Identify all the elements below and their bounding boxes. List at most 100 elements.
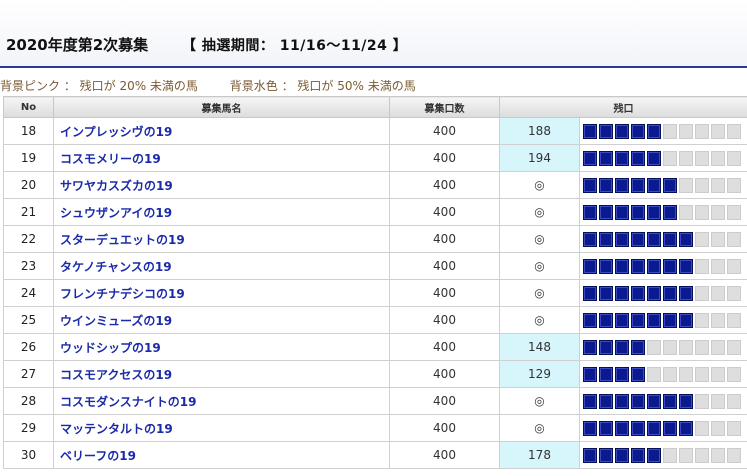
gauge-segment-empty [663,150,677,166]
gauge-segment-filled [631,150,645,166]
gauge-segment-empty [711,393,725,409]
quota-value: 400 [389,225,500,253]
remaining-gauge [583,123,747,139]
horse-name-link[interactable]: マッテンタルトの19 [60,422,173,436]
gauge-segment-filled [631,339,645,355]
gauge-segment-filled [631,312,645,328]
gauge-segment-empty [711,366,725,382]
table-row: 22 スターデュエットの19 400 ◎ [3,225,747,253]
gauge-segment-empty [695,150,709,166]
gauge-segment-empty [647,366,661,382]
gauge-segment-filled [679,231,693,247]
quota-value: 400 [389,198,500,226]
gauge-segment-filled [583,285,597,301]
gauge-segment-empty [727,447,741,463]
gauge-segment-filled [647,258,661,274]
gauge-segment-filled [615,420,629,436]
horse-number: 28 [3,387,54,415]
horse-name-link[interactable]: ウインミューズの19 [60,314,172,328]
remaining-gauge-cell [579,387,747,415]
gauge-segment-empty [679,177,693,193]
gauge-segment-empty [695,177,709,193]
gauge-segment-empty [727,339,741,355]
gauge-segment-filled [583,258,597,274]
horse-name-link[interactable]: インプレッシヴの19 [60,125,172,139]
gauge-segment-filled [615,366,629,382]
gauge-segment-filled [631,366,645,382]
quota-value: 400 [389,414,500,442]
quota-value: 400 [389,306,500,334]
gauge-segment-empty [679,447,693,463]
gauge-segment-empty [695,231,709,247]
table-row: 21 シュウザンアイの19 400 ◎ [3,198,747,226]
horse-name-link[interactable]: スターデュエットの19 [60,233,185,247]
remaining-gauge-cell [579,117,747,145]
quota-value: 400 [389,360,500,388]
gauge-segment-filled [583,312,597,328]
remaining-value: ◎ [499,225,580,253]
quota-value: 400 [389,117,500,145]
gauge-segment-filled [663,177,677,193]
gauge-segment-empty [679,150,693,166]
table-row: 19 コスモメリーの19 400 194 [3,144,747,172]
horse-name-link[interactable]: サワヤカスズカの19 [60,179,173,193]
gauge-segment-filled [647,285,661,301]
horse-number: 18 [3,117,54,145]
gauge-segment-filled [631,258,645,274]
column-header-quota: 募集口数 [389,96,500,118]
horse-name-link[interactable]: ウッドシップの19 [60,341,161,355]
table-row: 20 サワヤカスズカの19 400 ◎ [3,171,747,199]
gauge-segment-filled [631,204,645,220]
remaining-gauge [583,312,747,328]
gauge-segment-filled [615,150,629,166]
horse-name-cell: ウインミューズの19 [53,306,390,334]
remaining-value: 178 [499,441,580,469]
horse-name-cell: ウッドシップの19 [53,333,390,361]
gauge-segment-filled [679,258,693,274]
remaining-value: ◎ [499,306,580,334]
table-row: 28 コスモダンスナイトの19 400 ◎ [3,387,747,415]
gauge-segment-empty [727,312,741,328]
gauge-segment-filled [583,393,597,409]
table-row: 27 コスモアクセスの19 400 129 [3,360,747,388]
gauge-segment-filled [647,393,661,409]
horse-name-cell: シュウザンアイの19 [53,198,390,226]
quota-value: 400 [389,387,500,415]
gauge-segment-empty [679,204,693,220]
horse-number: 25 [3,306,54,334]
horse-number: 20 [3,171,54,199]
remaining-gauge-cell [579,144,747,172]
horse-name-link[interactable]: コスモダンスナイトの19 [60,395,196,409]
gauge-segment-filled [679,420,693,436]
gauge-segment-empty [711,312,725,328]
remaining-value: 188 [499,117,580,145]
horse-name-link[interactable]: ベリーフの19 [60,449,136,463]
gauge-segment-filled [615,258,629,274]
horse-number: 19 [3,144,54,172]
horse-name-link[interactable]: フレンチナデシコの19 [60,287,185,301]
horse-name-cell: スターデュエットの19 [53,225,390,253]
gauge-segment-filled [679,312,693,328]
remaining-gauge [583,231,747,247]
horse-name-cell: インプレッシヴの19 [53,117,390,145]
horse-name-link[interactable]: シュウザンアイの19 [60,206,172,220]
gauge-segment-empty [695,312,709,328]
horse-name-cell: コスモメリーの19 [53,144,390,172]
gauge-segment-filled [599,366,613,382]
gauge-segment-empty [727,231,741,247]
gauge-segment-filled [615,204,629,220]
gauge-segment-empty [727,150,741,166]
gauge-segment-filled [583,420,597,436]
gauge-segment-filled [679,285,693,301]
remaining-gauge-cell [579,252,747,280]
recruitment-table: No 募集馬名 募集口数 残口 18 インプレッシヴの19 400 188 19 コスモメ… [3,96,747,469]
remaining-gauge [583,285,747,301]
horse-name-link[interactable]: コスモアクセスの19 [60,368,172,382]
legend-notes: 背景ピンク ： 残口が 20% 未満の馬 背景水色 ： 残口が 50% 未満の馬 [0,77,416,94]
horse-name-link[interactable]: タケノチャンスの19 [60,260,172,274]
gauge-segment-empty [695,447,709,463]
column-header-remaining: 残口 [499,96,747,118]
gauge-segment-filled [631,420,645,436]
remaining-value: ◎ [499,252,580,280]
horse-name-link[interactable]: コスモメリーの19 [60,152,161,166]
